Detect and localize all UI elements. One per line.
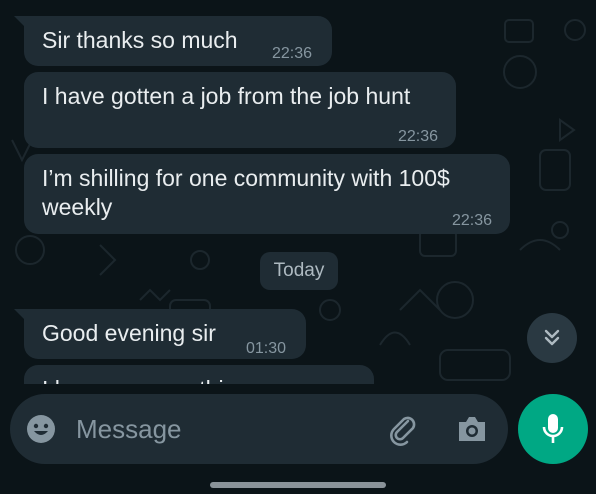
microphone-icon [542, 414, 564, 443]
message-time: 22:36 [452, 212, 493, 229]
message-text-line: I’m shilling for one community with 100$ [42, 165, 450, 191]
message-bubble[interactable]: Sir thanks so much 22:36 [24, 16, 332, 66]
message-bubble[interactable]: Good evening sir 01:30 [24, 309, 306, 359]
home-indicator [210, 482, 386, 488]
attach-icon[interactable] [386, 412, 420, 446]
message-composer[interactable]: Message [10, 394, 508, 464]
emoji-icon[interactable] [26, 414, 56, 444]
message-time: 22:36 [398, 128, 439, 145]
message-text: Sir thanks so much [42, 27, 238, 53]
message-input[interactable]: Message [76, 414, 182, 445]
message-text: Good evening sir [42, 320, 216, 346]
message-text: I have gotten a job from the job hunt [42, 83, 411, 109]
message-time: 01:30 [246, 340, 287, 357]
voice-message-button[interactable] [518, 394, 588, 464]
message-bubble[interactable]: I have gotten a job from the job hunt 22… [24, 72, 456, 148]
message-text-line: weekly [42, 194, 113, 220]
camera-icon[interactable] [456, 414, 488, 444]
message-bubble[interactable]: I’m shilling for one community with 100$… [24, 154, 510, 234]
scroll-to-bottom-button[interactable] [527, 313, 577, 363]
message-time: 22:36 [272, 45, 313, 62]
double-chevron-down-icon [544, 329, 560, 346]
date-separator: Today [260, 252, 338, 290]
